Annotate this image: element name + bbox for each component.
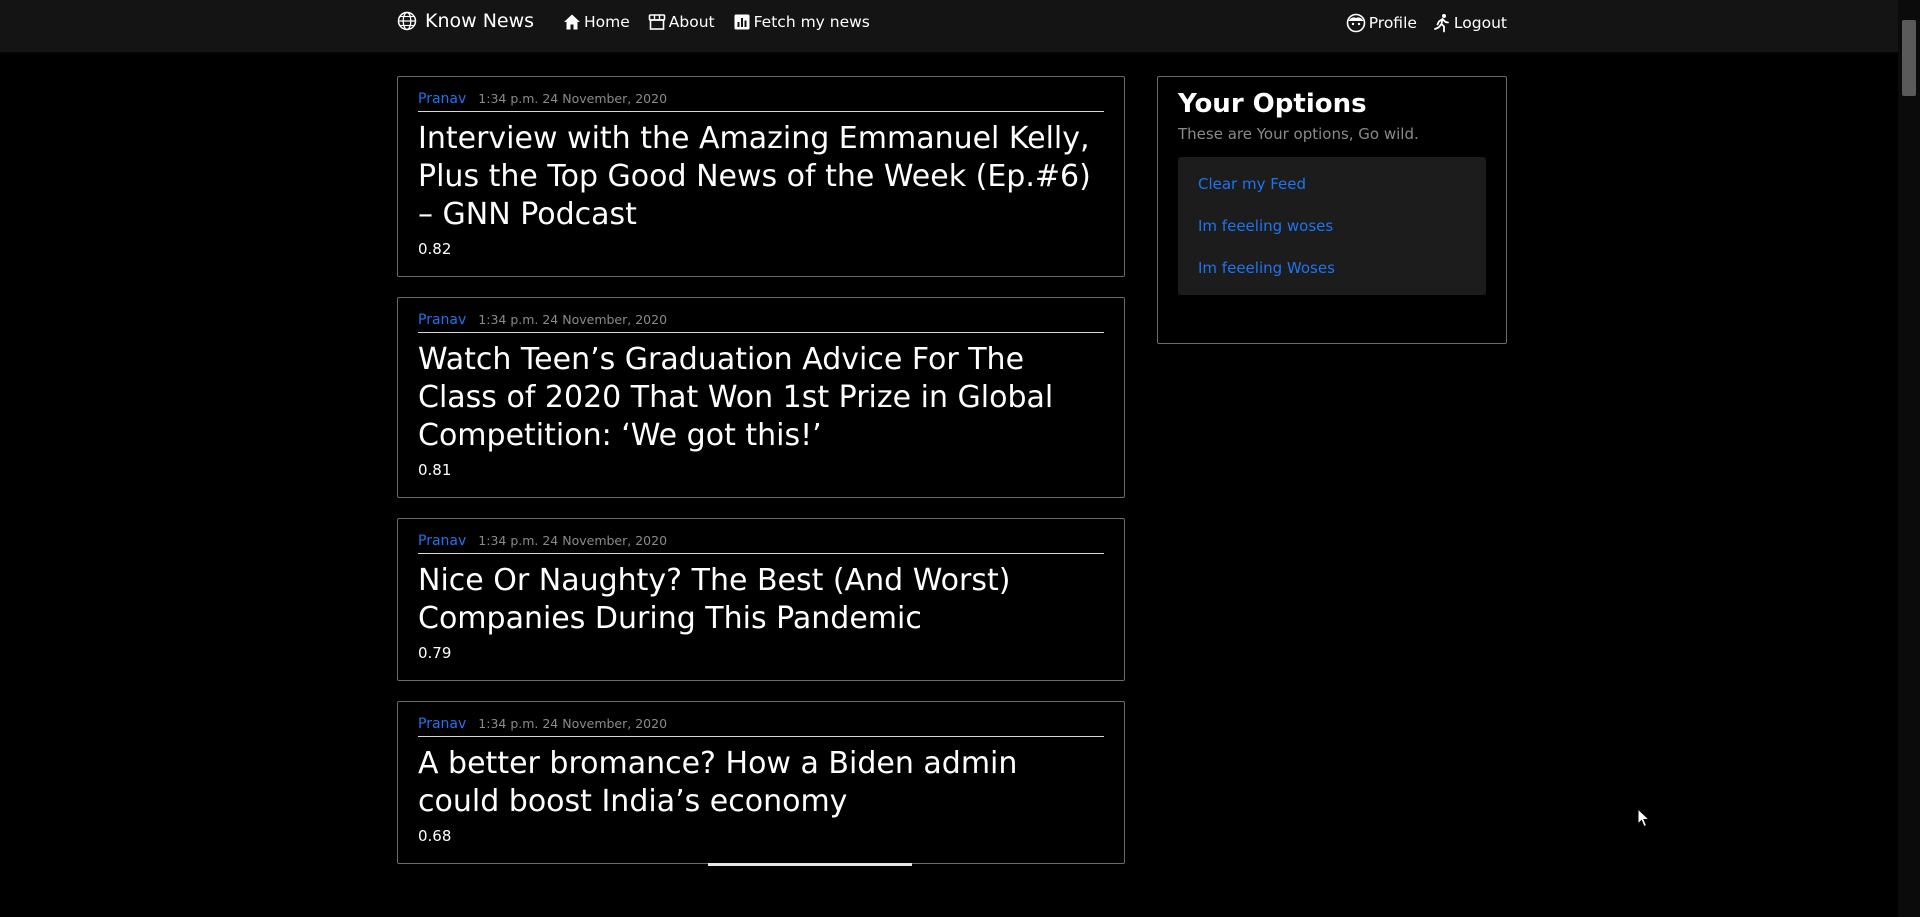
article-title[interactable]: Watch Teen’s Graduation Advice For The C…: [418, 341, 1104, 455]
author-link[interactable]: Pranav: [418, 716, 466, 732]
brand-name: Know News: [425, 10, 535, 32]
options-title: Your Options: [1178, 89, 1367, 119]
card-meta: Pranav 1:34 p.m. 24 November, 2020: [418, 312, 1104, 333]
author-link[interactable]: Pranav: [418, 91, 466, 107]
feeling-woses-alt-link[interactable]: Im feeeling Woses: [1178, 247, 1486, 289]
scrollbar-thumb[interactable]: [1902, 20, 1916, 96]
partial-element: [708, 863, 912, 866]
news-card: Pranav 1:34 p.m. 24 November, 2020 Nice …: [397, 518, 1125, 681]
nav-logout-link[interactable]: Logout: [1433, 13, 1507, 33]
article-score: 0.79: [418, 644, 452, 662]
article-score: 0.82: [418, 240, 452, 258]
article-score: 0.68: [418, 827, 452, 845]
nav-right: Profile Logout: [1330, 13, 1507, 33]
article-title[interactable]: A better bromance? How a Biden admin cou…: [418, 745, 1104, 821]
nav-logout-label: Logout: [1453, 14, 1507, 32]
feeling-woses-link[interactable]: Im feeeling woses: [1178, 205, 1486, 247]
options-list: Clear my Feed Im feeeling woses Im feeel…: [1178, 157, 1486, 295]
nav-home-link[interactable]: Home: [563, 13, 630, 31]
card-meta: Pranav 1:34 p.m. 24 November, 2020: [418, 91, 1104, 112]
chart-icon: [734, 14, 750, 30]
post-date: 1:34 p.m. 24 November, 2020: [478, 716, 668, 731]
article-title[interactable]: Interview with the Amazing Emmanuel Kell…: [418, 120, 1104, 234]
nav-home-label: Home: [584, 13, 630, 31]
storefront-icon: [648, 14, 666, 30]
globe-icon: [397, 11, 417, 31]
running-person-icon: [1434, 14, 1449, 33]
clear-feed-link[interactable]: Clear my Feed: [1178, 163, 1486, 205]
article-score: 0.81: [418, 461, 452, 479]
news-card: Pranav 1:34 p.m. 24 November, 2020 A bet…: [397, 701, 1125, 866]
navbar-container: Know News Home About Fetch my news Profi…: [397, 0, 1507, 52]
nav-fetch-label: Fetch my news: [753, 13, 870, 31]
card-meta: Pranav 1:34 p.m. 24 November, 2020: [418, 716, 1104, 737]
options-subtitle: These are Your options, Go wild.: [1178, 125, 1419, 143]
nav-profile-link[interactable]: Profile: [1346, 13, 1417, 33]
post-date: 1:34 p.m. 24 November, 2020: [478, 91, 668, 106]
nav-fetch-link[interactable]: Fetch my news: [733, 13, 870, 31]
article-title[interactable]: Nice Or Naughty? The Best (And Worst) Co…: [418, 562, 1104, 638]
options-panel: Your Options These are Your options, Go …: [1157, 76, 1507, 344]
news-card: Pranav 1:34 p.m. 24 November, 2020 Inter…: [397, 76, 1125, 277]
mouse-cursor-icon: [1637, 808, 1651, 828]
card-meta: Pranav 1:34 p.m. 24 November, 2020: [418, 533, 1104, 554]
author-link[interactable]: Pranav: [418, 312, 466, 328]
brand-link[interactable]: Know News: [397, 10, 534, 32]
face-icon: [1346, 13, 1366, 33]
page-scrollbar[interactable]: [1898, 0, 1920, 917]
nav-links: Home About Fetch my news: [563, 13, 888, 31]
post-date: 1:34 p.m. 24 November, 2020: [478, 312, 668, 327]
news-feed: Pranav 1:34 p.m. 24 November, 2020 Inter…: [397, 76, 1127, 884]
news-card: Pranav 1:34 p.m. 24 November, 2020 Watch…: [397, 297, 1125, 498]
home-icon: [564, 14, 580, 30]
nav-profile-label: Profile: [1368, 14, 1417, 32]
author-link[interactable]: Pranav: [418, 533, 466, 549]
top-navbar: Know News Home About Fetch my news Profi…: [0, 0, 1898, 52]
post-date: 1:34 p.m. 24 November, 2020: [478, 533, 668, 548]
nav-about-label: About: [668, 13, 715, 31]
nav-about-link[interactable]: About: [648, 13, 715, 31]
